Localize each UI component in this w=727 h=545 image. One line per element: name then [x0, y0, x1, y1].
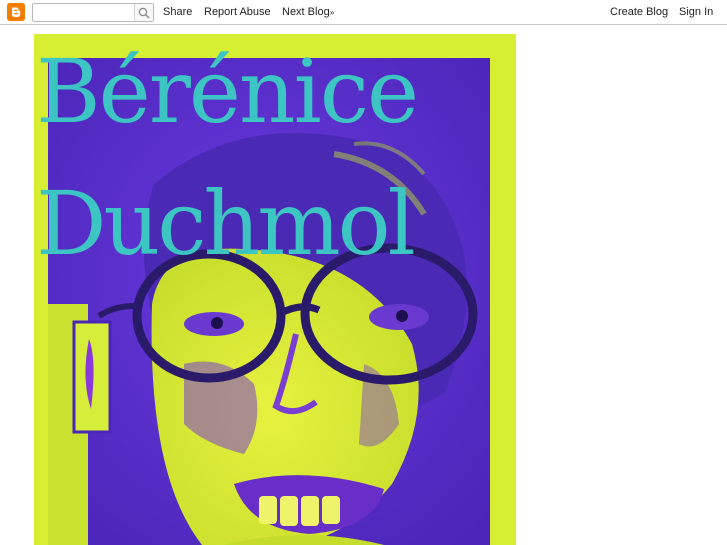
- search-button[interactable]: [134, 4, 153, 21]
- sign-in-link[interactable]: Sign In: [679, 6, 713, 18]
- next-blog-arrow: »: [329, 8, 335, 17]
- blog-title[interactable]: Bérénice Duchmol: [36, 48, 516, 268]
- create-blog-link[interactable]: Create Blog: [610, 6, 668, 18]
- share-link[interactable]: Share: [163, 6, 192, 18]
- blogger-logo-icon[interactable]: [7, 3, 25, 21]
- blog-title-line2: Duchmol: [36, 172, 416, 275]
- blog-title-line1: Bérénice: [36, 40, 419, 143]
- next-blog-link[interactable]: Next Blog»: [282, 6, 334, 19]
- blogger-navbar: Share Report Abuse Next Blog» Create Blo…: [0, 0, 727, 25]
- search-input[interactable]: [32, 3, 154, 22]
- search-icon: [138, 7, 150, 19]
- report-abuse-link[interactable]: Report Abuse: [204, 6, 271, 18]
- blog-header-image[interactable]: Bérénice Duchmol: [34, 34, 516, 545]
- next-blog-label: Next Blog: [282, 6, 330, 18]
